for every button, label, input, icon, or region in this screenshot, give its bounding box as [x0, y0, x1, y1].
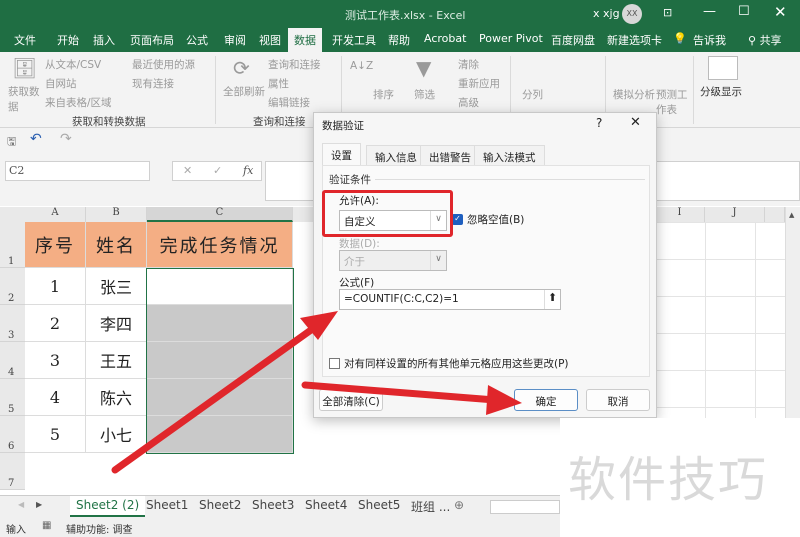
watermark: 软件技巧 — [568, 452, 769, 508]
arrow-to-formula — [111, 311, 338, 474]
arrow-to-ok — [301, 381, 522, 415]
watermark-area: 软件技巧 — [560, 418, 800, 537]
